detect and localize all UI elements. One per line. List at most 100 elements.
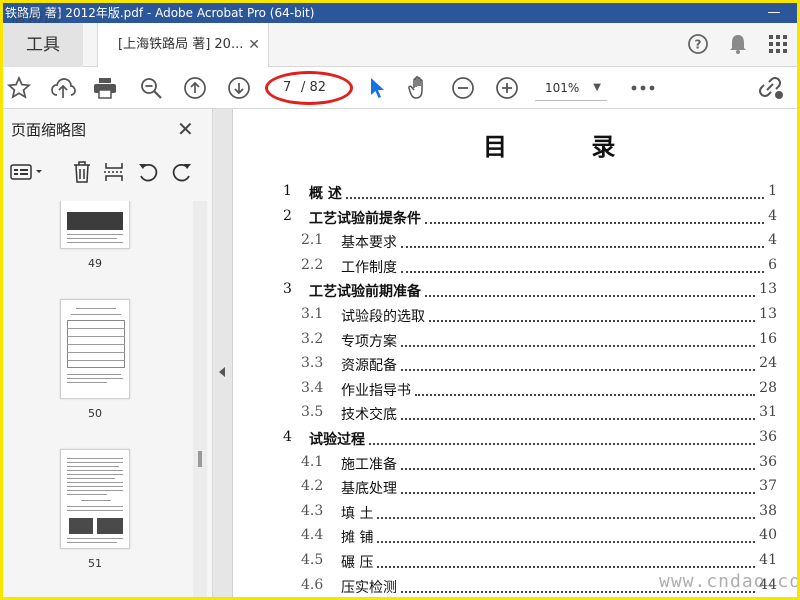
thumbnail-scrollbar[interactable] [193, 201, 207, 597]
main-toolbar: 7 / 82 101% ▼ [3, 67, 797, 109]
page-thumbnail[interactable] [60, 201, 130, 249]
toc-leader-dots [401, 240, 764, 249]
toc-title: 填 土 [341, 505, 374, 522]
toc-leader-dots [377, 535, 755, 544]
close-icon[interactable]: ✕ [177, 117, 194, 141]
toc-entry[interactable]: 3.3 资源配备 24 [283, 355, 777, 379]
toc-page-number: 13 [759, 306, 777, 322]
toc-title: 资源配备 [341, 358, 397, 375]
zoom-in-icon[interactable] [491, 72, 523, 104]
toc-page-number: 36 [759, 429, 777, 445]
toc-page-number: 38 [759, 502, 777, 519]
toc-leader-dots [369, 437, 755, 445]
toc-leader-dots [401, 412, 755, 421]
toc-entry[interactable]: 4 试验过程 36 [283, 429, 777, 453]
rotate-right-icon[interactable] [169, 159, 195, 185]
hand-tool-icon[interactable] [403, 72, 435, 104]
toc-title: 基本要求 [341, 235, 397, 252]
extract-page-icon[interactable] [101, 159, 127, 185]
toc-entry[interactable]: 2 工艺试验前提条件 4 [283, 208, 777, 232]
minimize-button[interactable]: — [751, 3, 797, 23]
print-icon[interactable] [89, 72, 121, 104]
thumbnail-label: 50 [88, 407, 102, 420]
toc-leader-dots [401, 462, 755, 470]
toc-page-number: 1 [768, 183, 777, 199]
toc-leader-dots [425, 289, 755, 298]
tab-close-icon[interactable]: ✕ [248, 23, 260, 67]
bell-icon[interactable] [725, 31, 751, 57]
share-link-icon[interactable] [755, 72, 787, 104]
toc-page-number: 37 [759, 478, 777, 495]
options-menu-icon[interactable] [9, 159, 47, 185]
toc-number: 4.4 [301, 527, 324, 544]
toc-leader-dots [401, 339, 755, 347]
collapse-pane-icon[interactable] [219, 367, 225, 377]
next-page-icon[interactable] [223, 72, 255, 104]
help-icon[interactable]: ? [685, 31, 711, 57]
toc-leader-dots [377, 511, 755, 519]
toc-number: 4.3 [301, 502, 324, 519]
toc-title: 工作制度 [341, 259, 397, 276]
toc-page-number: 16 [759, 330, 777, 347]
toc-entry[interactable]: 2.1 基本要求 4 [283, 232, 777, 256]
toc-entry[interactable]: 4.2 基底处理 37 [283, 478, 777, 502]
toc-number: 4.2 [301, 478, 324, 495]
toc-title: 工艺试验前提条件 [309, 210, 421, 227]
toc-page-number: 24 [759, 355, 777, 372]
star-icon[interactable] [3, 72, 35, 104]
toc-page-number: 40 [759, 527, 777, 544]
scrollbar-thumb[interactable] [198, 451, 202, 467]
more-tools-icon[interactable] [627, 72, 659, 104]
toc-entry[interactable]: 4.3 填 土 38 [283, 503, 777, 527]
thumbnail-label: 49 [88, 257, 102, 270]
svg-text:?: ? [695, 38, 702, 52]
prev-page-icon[interactable] [179, 72, 211, 104]
pane-splitter[interactable] [213, 109, 233, 597]
toc-number: 4.1 [301, 453, 324, 470]
page-thumbnail[interactable] [60, 299, 130, 399]
toc-leader-dots [415, 388, 755, 396]
toc-number: 2 [283, 207, 292, 224]
toc-page-number: 13 [759, 281, 777, 298]
upload-cloud-icon[interactable] [47, 72, 79, 104]
toc-entry[interactable]: 3.5 技术交底 31 [283, 404, 777, 428]
apps-grid-icon[interactable] [765, 31, 791, 57]
toc-number: 3.3 [301, 355, 324, 372]
toc-leader-dots [346, 191, 764, 199]
toc-entry[interactable]: 4.1 施工准备 36 [283, 454, 777, 478]
toc-leader-dots [377, 560, 755, 568]
rotate-left-icon[interactable] [135, 159, 161, 185]
toc-title: 作业指导书 [341, 382, 411, 399]
page-thumbnail[interactable] [60, 449, 130, 549]
toc-number: 4.5 [301, 552, 324, 568]
toc-entry[interactable]: 2.2 工作制度 6 [283, 257, 777, 281]
tab-document[interactable]: [上海铁路局 著] 20... ✕ [97, 23, 269, 67]
tab-tools[interactable]: 工具 [3, 23, 83, 67]
zoom-out-icon[interactable] [447, 72, 479, 104]
select-cursor-icon[interactable] [361, 72, 393, 104]
toc-entry[interactable]: 3.1 试验段的选取 13 [283, 306, 777, 330]
watermark-url: www.cndao.com [659, 571, 800, 592]
zoom-dropdown[interactable]: 101% ▼ [535, 75, 607, 101]
thumbnail-list: 49 50 51 [3, 201, 193, 597]
delete-page-icon[interactable] [69, 159, 95, 185]
toc-entry[interactable]: 4.4 摊 铺 40 [283, 527, 777, 551]
zoom-out-search-icon[interactable] [135, 72, 167, 104]
toc-leader-dots [429, 314, 755, 322]
toc-page-number: 31 [759, 404, 777, 421]
thumbnail-pane: 页面缩略图 ✕ 49 50 51 [3, 109, 213, 597]
toc-entry[interactable]: 3.4 作业指导书 28 [283, 380, 777, 404]
toc-entry[interactable]: 3 工艺试验前期准备 13 [283, 281, 777, 305]
toc-entry[interactable]: 1 概 述 1 [283, 183, 777, 207]
toc-title: 摊 铺 [341, 530, 374, 547]
toc-title: 试验段的选取 [341, 309, 425, 325]
toc-title: 概 述 [309, 186, 342, 202]
toc-title: 压实检测 [341, 579, 397, 596]
toc-title: 试验过程 [309, 432, 365, 448]
title-bar: 铁路局 著] 2012年版.pdf - Adobe Acrobat Pro (6… [3, 3, 797, 23]
toc-page-number: 4 [768, 232, 777, 249]
toc-number: 3.2 [301, 330, 324, 347]
toc-number: 4 [283, 429, 292, 445]
toc-page-number: 28 [759, 379, 777, 396]
toc-entry[interactable]: 3.2 专项方案 16 [283, 331, 777, 355]
